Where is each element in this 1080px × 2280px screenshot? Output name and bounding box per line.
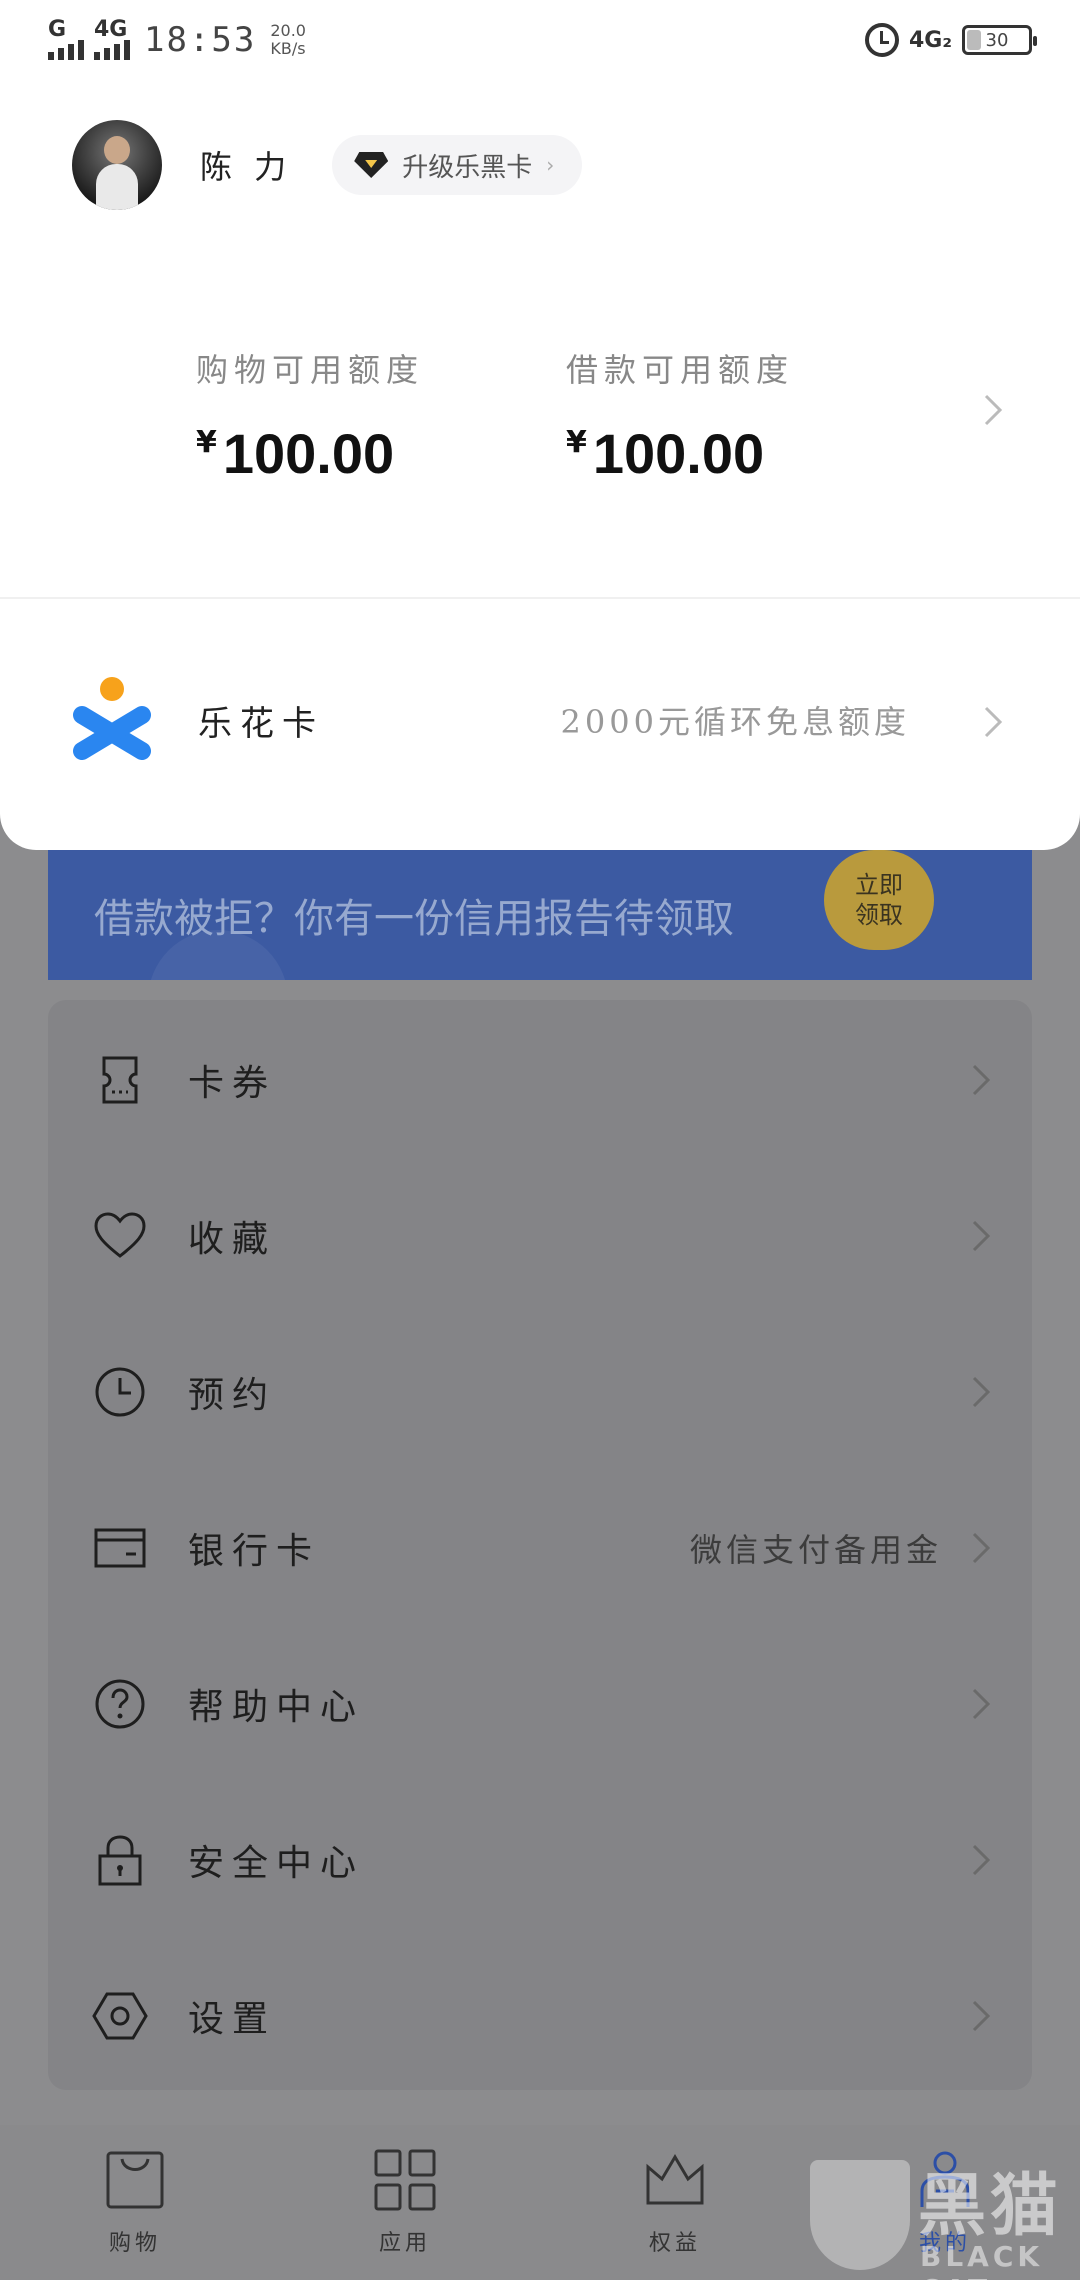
menu-item-settings[interactable]: 设置 <box>48 1938 1032 2094</box>
lehua-card-name: 乐花卡 <box>198 703 324 744</box>
menu-item-label: 银行卡 <box>188 1531 321 1572</box>
shopping-credit[interactable]: 购物可用额度 ¥ 100.00 <box>196 345 424 486</box>
heart-icon <box>92 1208 148 1264</box>
network-type: 4G₂ <box>908 27 952 53</box>
settings-icon <box>92 1988 148 2044</box>
signal-strength-icon: 4G <box>94 17 130 60</box>
signal-label: 4G <box>94 17 128 42</box>
network-speed-unit: KB/s <box>270 39 306 58</box>
network-speed-value: 20.0 <box>270 21 306 40</box>
tab-label: 权益 <box>648 2231 701 2256</box>
signal-label: G <box>48 17 67 42</box>
battery-level: 30 <box>985 29 1009 51</box>
tab-apps[interactable]: 应用 <box>270 2125 540 2280</box>
divider <box>0 597 1080 599</box>
claim-now-label-1: 立即 <box>855 871 903 899</box>
menu-item-favorites[interactable]: 收藏 <box>48 1158 1032 1314</box>
tab-label: 应用 <box>378 2231 431 2256</box>
menu-card: 卡券 收藏 预约 银行卡 微信支付备用金 帮助中心 安全中心 设置 <box>48 1000 1032 2090</box>
claim-now-button[interactable]: 立即 领取 <box>824 850 934 950</box>
menu-item-appointments[interactable]: 预约 <box>48 1314 1032 1470</box>
loan-credit[interactable]: 借款可用额度 ¥ 100.00 <box>566 345 794 486</box>
tab-label: 购物 <box>108 2231 161 2256</box>
chevron-right-icon: › <box>546 153 555 177</box>
account-summary-sheet: G 4G 18:53 20.0 KB/s 4G₂ 30 陈 力 升级乐黑卡 › … <box>0 0 1080 850</box>
signal-strength-icon: G <box>48 17 84 60</box>
network-speed: 20.0 KB/s <box>270 22 306 58</box>
menu-item-label: 卡券 <box>188 1063 277 1104</box>
ticket-icon <box>92 1052 148 1108</box>
user-profile: 陈 力 升级乐黑卡 › <box>72 120 583 210</box>
menu-item-label: 安全中心 <box>188 1843 365 1884</box>
bank-card-icon <box>92 1520 148 1576</box>
menu-item-label: 帮助中心 <box>188 1687 365 1728</box>
credit-details-chevron-icon[interactable] <box>980 390 1006 430</box>
menu-item-security-center[interactable]: 安全中心 <box>48 1782 1032 1938</box>
chevron-right-icon <box>968 1216 994 1256</box>
shopping-bag-icon <box>106 2151 164 2209</box>
chevron-right-icon <box>968 1372 994 1412</box>
menu-item-label: 预约 <box>188 1375 277 1416</box>
lehua-card-description: 2000元循环免息额度 <box>560 703 910 741</box>
battery-icon: 30 <box>962 25 1037 55</box>
status-bar: G 4G 18:53 20.0 KB/s 4G₂ 30 <box>0 0 1080 80</box>
menu-item-subtitle: 微信支付备用金 <box>689 1531 942 1569</box>
tab-benefits[interactable]: 权益 <box>540 2125 810 2280</box>
menu-item-label: 设置 <box>188 1999 277 2040</box>
currency-symbol: ¥ <box>566 425 587 460</box>
chevron-right-icon <box>980 702 1006 742</box>
menu-item-bank-card[interactable]: 银行卡 微信支付备用金 <box>48 1470 1032 1626</box>
lehua-card-row[interactable]: 乐花卡 2000元循环免息额度 <box>0 660 1080 780</box>
upgrade-black-card-button[interactable]: 升级乐黑卡 › <box>332 135 583 195</box>
menu-item-help-center[interactable]: 帮助中心 <box>48 1626 1032 1782</box>
shopping-credit-amount: 100.00 <box>222 422 395 485</box>
crown-icon <box>646 2154 704 2205</box>
clock-time: 18:53 <box>144 20 257 60</box>
black-cat-watermark: 黑猫 BLACK CAT <box>800 2150 1080 2280</box>
lock-icon <box>92 1832 148 1888</box>
tab-shopping[interactable]: 购物 <box>0 2125 270 2280</box>
apps-grid-icon <box>374 2149 436 2211</box>
watermark-subtext: BLACK CAT <box>920 2240 1044 2280</box>
menu-item-coupons[interactable]: 卡券 <box>48 1002 1032 1158</box>
clock-icon <box>92 1364 148 1420</box>
lehua-card-logo-icon <box>72 675 152 765</box>
chevron-right-icon <box>968 1060 994 1100</box>
claim-now-label-2: 领取 <box>855 901 903 929</box>
upgrade-label: 升级乐黑卡 <box>402 152 533 183</box>
chevron-right-icon <box>968 1684 994 1724</box>
user-name: 陈 力 <box>200 148 293 186</box>
shopping-credit-label: 购物可用额度 <box>196 351 425 389</box>
chevron-right-icon <box>968 1528 994 1568</box>
banner-text: 借款被拒？你有一份信用报告待领取 <box>94 896 734 942</box>
chevron-right-icon <box>968 1996 994 2036</box>
cat-shield-icon <box>810 2160 910 2270</box>
alarm-icon <box>864 23 899 57</box>
chevron-right-icon <box>968 1840 994 1880</box>
loan-credit-amount: 100.00 <box>592 422 765 485</box>
credit-report-banner[interactable]: 借款被拒？你有一份信用报告待领取 立即 领取 <box>48 850 1032 980</box>
help-icon <box>92 1676 148 1732</box>
diamond-icon <box>354 152 389 178</box>
menu-item-label: 收藏 <box>188 1219 277 1260</box>
avatar[interactable] <box>72 120 162 210</box>
watermark-text: 黑猫 <box>918 2167 1063 2246</box>
currency-symbol: ¥ <box>196 425 217 460</box>
loan-credit-label: 借款可用额度 <box>566 351 795 389</box>
